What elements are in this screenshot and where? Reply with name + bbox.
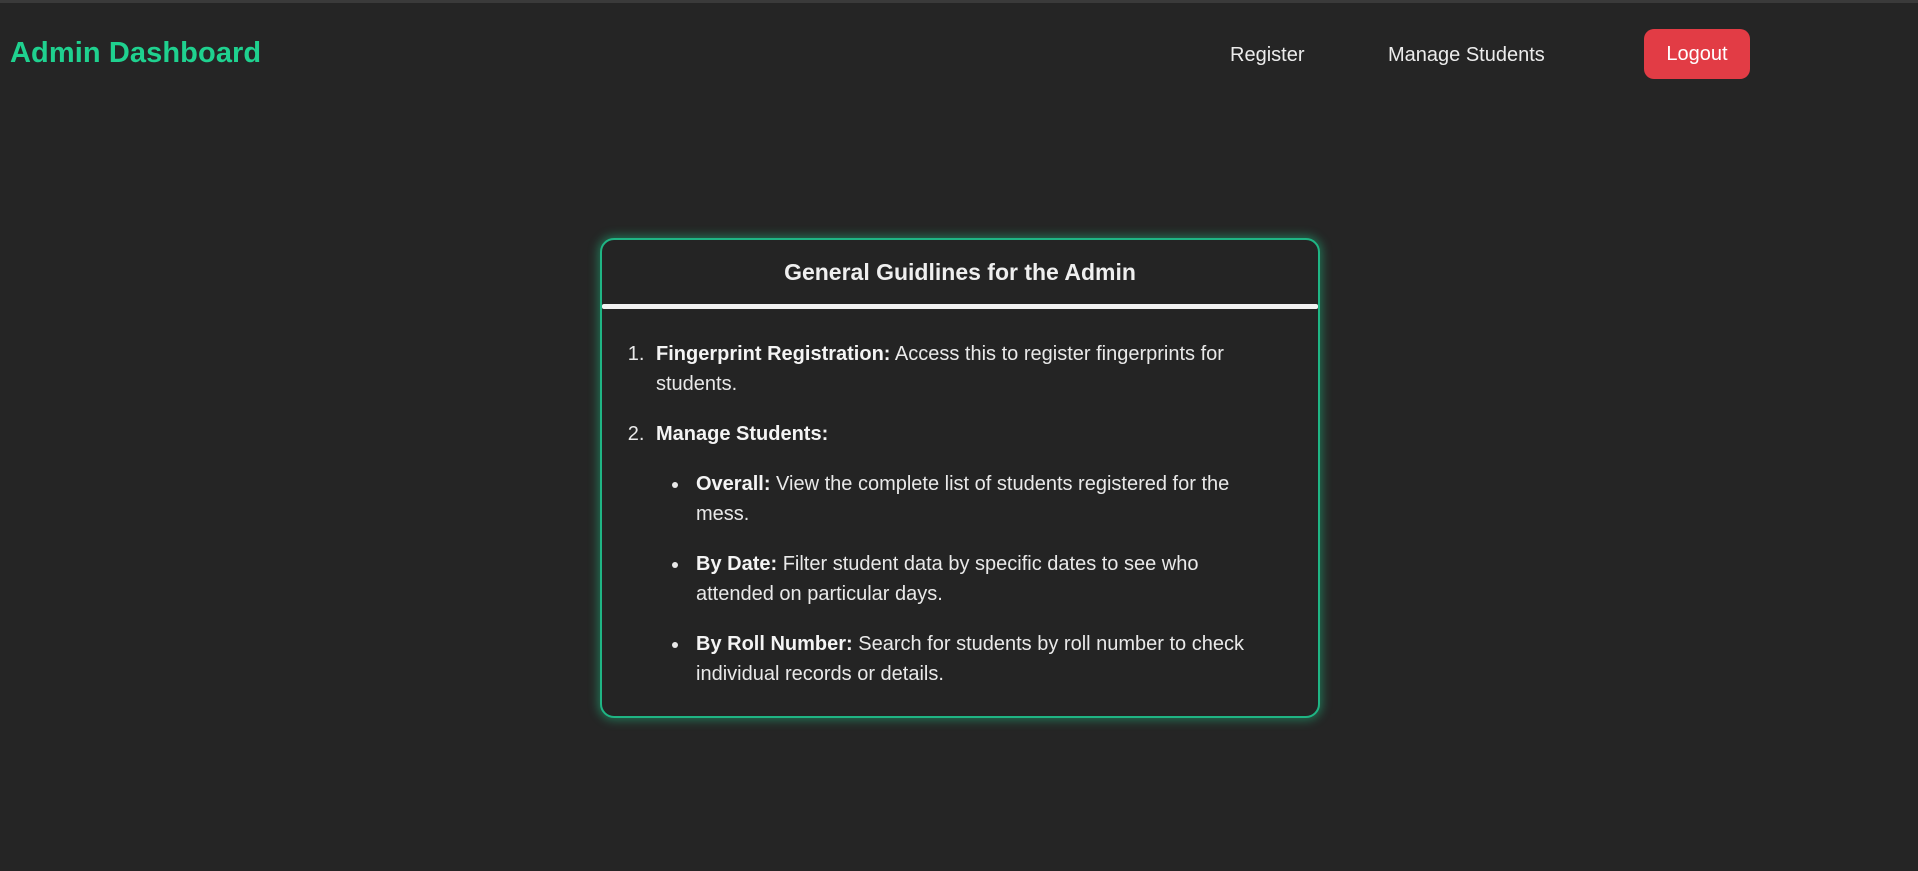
- nav-manage-students-link[interactable]: Manage Students: [1388, 44, 1545, 67]
- sub-item-heading: Overall:: [696, 473, 771, 495]
- guideline-heading: Fingerprint Registration:: [656, 343, 891, 365]
- guideline-heading: Manage Students:: [656, 423, 829, 445]
- sub-item-heading: By Roll Number:: [696, 633, 853, 655]
- brand-title[interactable]: Admin Dashboard: [10, 37, 261, 70]
- nav-register-link[interactable]: Register: [1230, 44, 1304, 67]
- guideline-item-manage-students: Manage Students: Overall: View the compl…: [650, 419, 1278, 689]
- guidelines-title: General Guidlines for the Admin: [784, 258, 1136, 285]
- sub-item-by-roll-number: By Roll Number: Search for students by r…: [690, 629, 1278, 689]
- guidelines-card: General Guidlines for the Admin Fingerpr…: [600, 238, 1320, 718]
- sub-item-heading: By Date:: [696, 553, 778, 575]
- sub-item-text: View the complete list of students regis…: [696, 473, 1230, 525]
- logout-button[interactable]: Logout: [1644, 29, 1750, 79]
- manage-students-sublist: Overall: View the complete list of stude…: [656, 469, 1278, 689]
- sub-item-by-date: By Date: Filter student data by specific…: [690, 549, 1278, 609]
- guideline-item-fingerprint: Fingerprint Registration: Access this to…: [650, 339, 1278, 399]
- top-navbar: Admin Dashboard Register Manage Students…: [0, 3, 1918, 103]
- guidelines-list: Fingerprint Registration: Access this to…: [602, 309, 1318, 689]
- sub-item-overall: Overall: View the complete list of stude…: [690, 469, 1278, 529]
